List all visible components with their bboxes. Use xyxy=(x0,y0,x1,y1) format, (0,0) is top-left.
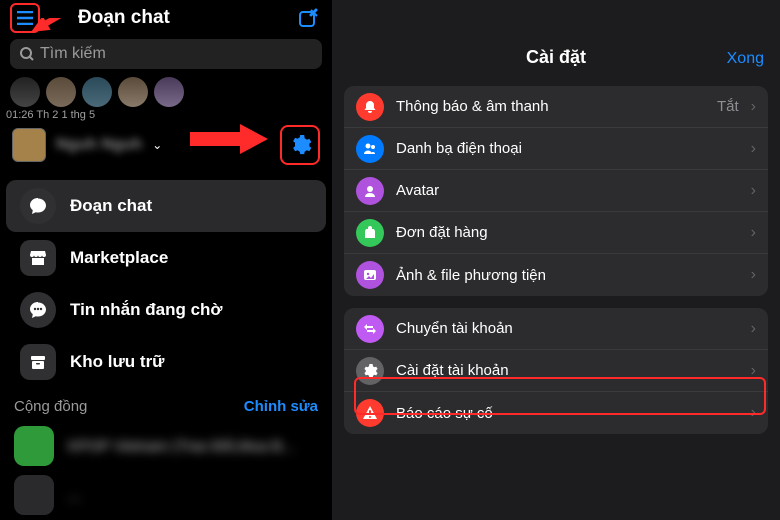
menu-item-marketplace[interactable]: Marketplace xyxy=(6,232,326,284)
message-requests-icon xyxy=(20,292,56,328)
hamburger-button[interactable] xyxy=(10,3,40,33)
community-name: KPOP Vietnam (Trao Đổi,Mua B... xyxy=(68,438,294,455)
report-icon xyxy=(356,399,384,427)
edit-button[interactable]: Chỉnh sửa xyxy=(244,398,318,415)
community-avatar xyxy=(14,426,54,466)
media-icon xyxy=(356,261,384,289)
top-bar: Đoạn chat xyxy=(0,0,332,35)
row-label: Avatar xyxy=(396,182,739,199)
community-title: Cộng đồng xyxy=(14,398,87,415)
chevron-right-icon: › xyxy=(751,404,756,422)
menu-label: Tin nhắn đang chờ xyxy=(70,300,223,320)
story-row xyxy=(0,73,332,107)
community-item[interactable]: ... xyxy=(0,471,332,520)
row-switch-account[interactable]: Chuyển tài khoản › xyxy=(344,308,768,350)
archive-icon xyxy=(20,344,56,380)
community-avatar xyxy=(14,475,54,515)
gear-icon xyxy=(288,133,312,157)
orders-icon xyxy=(356,219,384,247)
community-item[interactable]: KPOP Vietnam (Trao Đổi,Mua B... xyxy=(0,421,332,470)
chevron-right-icon: › xyxy=(751,320,756,338)
done-button[interactable]: Xong xyxy=(727,50,764,68)
chevron-down-icon: ⌄ xyxy=(152,138,162,152)
menu-label: Đoạn chat xyxy=(70,196,152,216)
story-avatar[interactable] xyxy=(10,77,40,107)
row-contacts[interactable]: Danh bạ điện thoại › xyxy=(344,128,768,170)
chevron-right-icon: › xyxy=(751,140,756,158)
menu-label: Kho lưu trữ xyxy=(70,352,165,372)
marketplace-icon xyxy=(20,240,56,276)
page-title: Đoạn chat xyxy=(78,7,286,29)
row-report[interactable]: Báo cáo sự cố › xyxy=(344,392,768,434)
search-placeholder: Tìm kiếm xyxy=(40,45,106,63)
contacts-icon xyxy=(356,135,384,163)
story-avatar[interactable] xyxy=(82,77,112,107)
chat-icon xyxy=(20,188,56,224)
row-account-settings[interactable]: Cài đặt tài khoản › xyxy=(344,350,768,392)
profile-row[interactable]: Nguh Nguh ⌄ xyxy=(0,123,332,166)
row-media[interactable]: Ảnh & file phương tiện › xyxy=(344,254,768,296)
drawer-menu: Đoạn chat Marketplace Tin nhắn đang chờ … xyxy=(0,180,332,388)
compose-button[interactable] xyxy=(294,4,322,32)
search-input[interactable]: Tìm kiếm xyxy=(10,39,322,69)
row-label: Thông báo & âm thanh xyxy=(396,98,705,115)
menu-label: Marketplace xyxy=(70,248,168,268)
story-avatar[interactable] xyxy=(154,77,184,107)
row-label: Chuyển tài khoản xyxy=(396,320,739,337)
community-name: ... xyxy=(68,487,81,504)
row-label: Cài đặt tài khoản xyxy=(396,362,739,379)
menu-item-requests[interactable]: Tin nhắn đang chờ xyxy=(6,284,326,336)
chevron-right-icon: › xyxy=(751,224,756,242)
avatar-icon xyxy=(356,177,384,205)
story-avatar[interactable] xyxy=(118,77,148,107)
settings-title: Cài đặt xyxy=(526,47,586,68)
settings-group-2: Chuyển tài khoản › Cài đặt tài khoản › B… xyxy=(344,308,768,434)
row-label: Đơn đặt hàng xyxy=(396,224,739,241)
chevron-right-icon: › xyxy=(751,362,756,380)
chevron-right-icon: › xyxy=(751,182,756,200)
row-avatar[interactable]: Avatar › xyxy=(344,170,768,212)
settings-header: Cài đặt Xong xyxy=(332,0,780,80)
switch-account-icon xyxy=(356,315,384,343)
community-header: Cộng đồng Chỉnh sửa xyxy=(0,388,332,421)
hamburger-icon xyxy=(16,11,34,25)
chevron-right-icon: › xyxy=(751,266,756,284)
story-avatar[interactable] xyxy=(46,77,76,107)
chevron-right-icon: › xyxy=(751,98,756,116)
row-label: Báo cáo sự cố xyxy=(396,405,739,422)
profile-name: Nguh Nguh xyxy=(56,136,142,154)
search-icon xyxy=(20,47,34,61)
settings-icon xyxy=(356,357,384,385)
row-value: Tắt xyxy=(717,98,739,115)
bell-icon xyxy=(356,93,384,121)
settings-panel: Cài đặt Xong Thông báo & âm thanh Tắt › … xyxy=(332,0,780,520)
row-orders[interactable]: Đơn đặt hàng › xyxy=(344,212,768,254)
status-timestamp: 01:26 Th 2 1 thg 5 xyxy=(0,107,332,123)
messenger-drawer: Đoạn chat Tìm kiếm 01:26 Th 2 1 thg 5 Ng… xyxy=(0,0,332,520)
row-notifications[interactable]: Thông báo & âm thanh Tắt › xyxy=(344,86,768,128)
row-label: Danh bạ điện thoại xyxy=(396,140,739,157)
avatar xyxy=(12,128,46,162)
row-label: Ảnh & file phương tiện xyxy=(396,267,739,284)
settings-group-1: Thông báo & âm thanh Tắt › Danh bạ điện … xyxy=(344,86,768,296)
settings-button[interactable] xyxy=(280,125,320,165)
compose-icon xyxy=(297,7,319,29)
menu-item-archive[interactable]: Kho lưu trữ xyxy=(6,336,326,388)
menu-item-chats[interactable]: Đoạn chat xyxy=(6,180,326,232)
